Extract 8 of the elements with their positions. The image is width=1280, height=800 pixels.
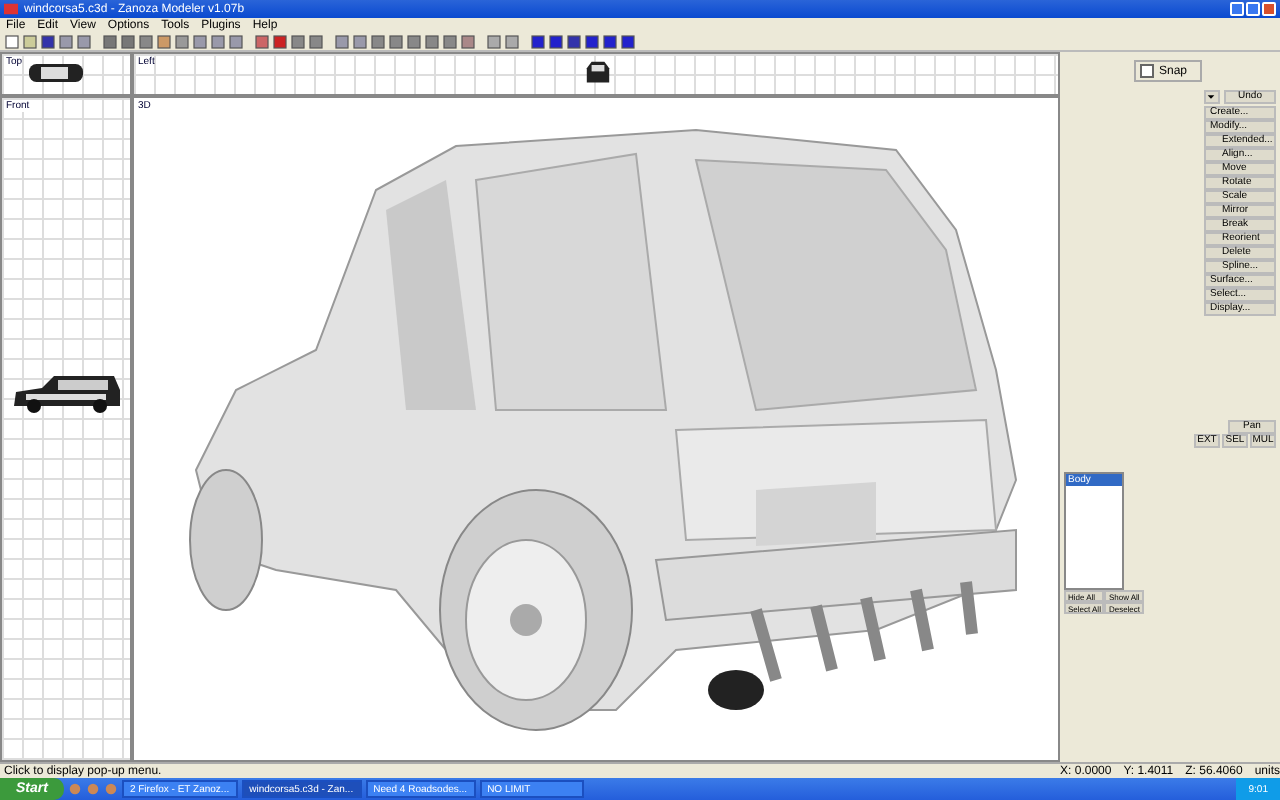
car-top-drawing [26,60,86,86]
car-side-drawing [10,370,122,414]
car-rear-drawing [582,60,614,86]
app-icon [4,2,18,16]
maximize-button[interactable] [1246,2,1260,16]
close-button[interactable] [1262,2,1276,16]
minimize-button[interactable] [1230,2,1244,16]
dropdown-button[interactable] [1204,90,1220,104]
